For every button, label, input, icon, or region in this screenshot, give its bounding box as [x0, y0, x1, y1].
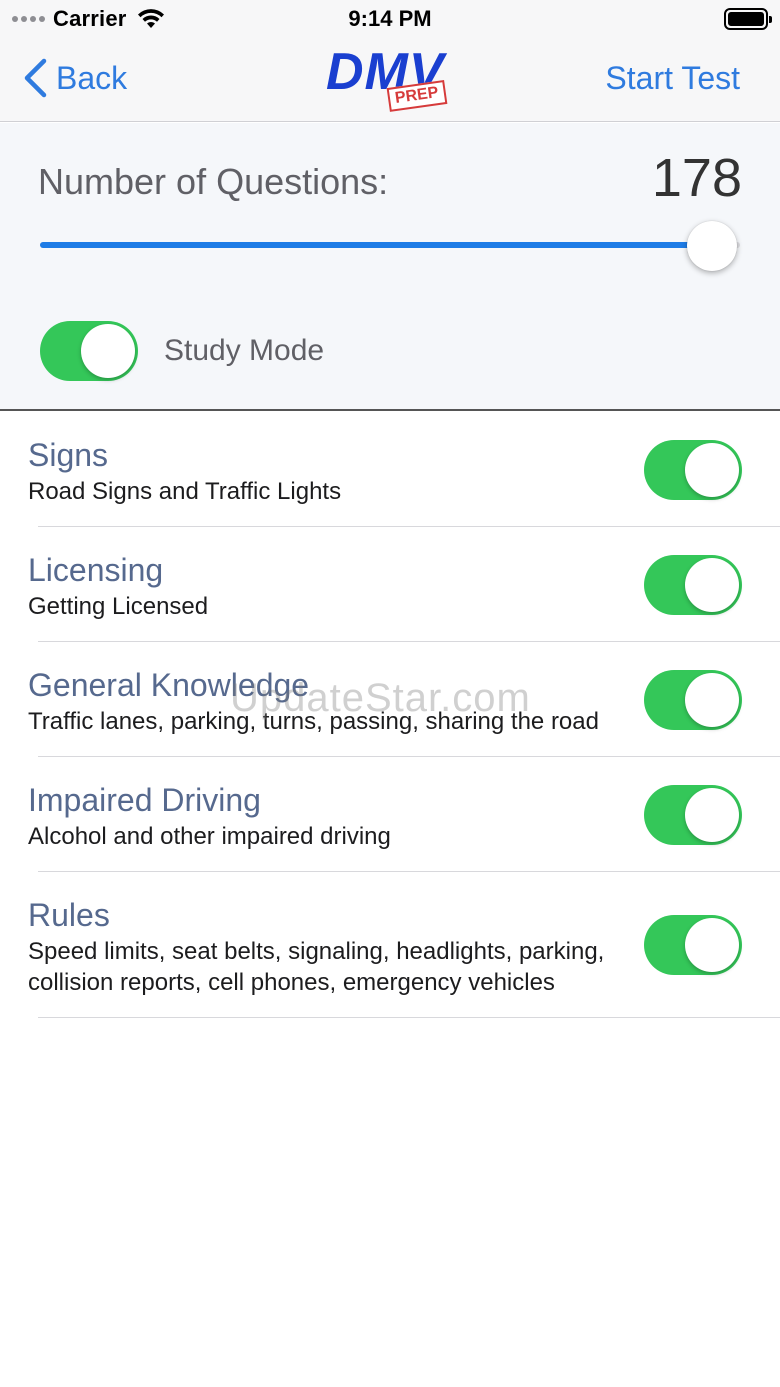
- back-button[interactable]: Back: [22, 58, 127, 98]
- battery-icon: [724, 8, 772, 30]
- study-mode-toggle[interactable]: [40, 321, 138, 381]
- list-item-signs: Signs Road Signs and Traffic Lights: [0, 412, 780, 527]
- category-description: Traffic lanes, parking, turns, passing, …: [28, 708, 599, 735]
- questions-label: Number of Questions:: [38, 161, 389, 202]
- category-title: Licensing: [28, 552, 164, 588]
- list-item-general-knowledge: General Knowledge Traffic lanes, parking…: [0, 642, 780, 757]
- list-item-rules: Rules Speed limits, seat belts, signalin…: [0, 872, 780, 1018]
- navigation-bar: Back DMV PREP Start Test: [0, 40, 780, 122]
- questions-slider[interactable]: [40, 215, 740, 275]
- category-list: Signs Road Signs and Traffic Lights Lice…: [0, 412, 780, 1018]
- category-title: Signs: [28, 437, 109, 473]
- slider-fill: [40, 242, 712, 248]
- licensing-toggle[interactable]: [644, 554, 742, 615]
- chevron-left-icon: [24, 58, 47, 98]
- category-description: Getting Licensed: [28, 593, 209, 620]
- category-title: Impaired Driving: [28, 782, 261, 818]
- back-label: Back: [56, 59, 128, 96]
- list-item-impaired-driving: Impaired Driving Alcohol and other impai…: [0, 757, 780, 872]
- status-bar: Carrier 9:14 PM: [0, 0, 780, 40]
- category-title: Rules: [28, 897, 110, 933]
- test-settings-panel: Number of Questions: 178 Study Mode: [0, 123, 780, 411]
- rules-toggle[interactable]: [644, 915, 742, 975]
- dmv-prep-logo: DMV PREP: [320, 42, 460, 116]
- status-time: 9:14 PM: [348, 6, 432, 31]
- category-description: Speed limits, seat belts, signaling, hea…: [28, 938, 605, 996]
- start-test-button[interactable]: Start Test: [605, 60, 740, 97]
- signs-toggle[interactable]: [644, 439, 742, 500]
- general-knowledge-toggle[interactable]: [644, 669, 742, 730]
- list-item-licensing: Licensing Getting Licensed: [0, 527, 780, 642]
- study-mode-label: Study Mode: [164, 334, 325, 367]
- category-description: Road Signs and Traffic Lights: [28, 478, 342, 505]
- impaired-driving-toggle[interactable]: [644, 784, 742, 845]
- category-title: General Knowledge: [28, 667, 310, 703]
- questions-value: 178: [651, 148, 742, 208]
- category-description: Alcohol and other impaired driving: [28, 823, 391, 850]
- study-mode-row: Study Mode: [40, 321, 324, 381]
- slider-thumb[interactable]: [687, 221, 737, 271]
